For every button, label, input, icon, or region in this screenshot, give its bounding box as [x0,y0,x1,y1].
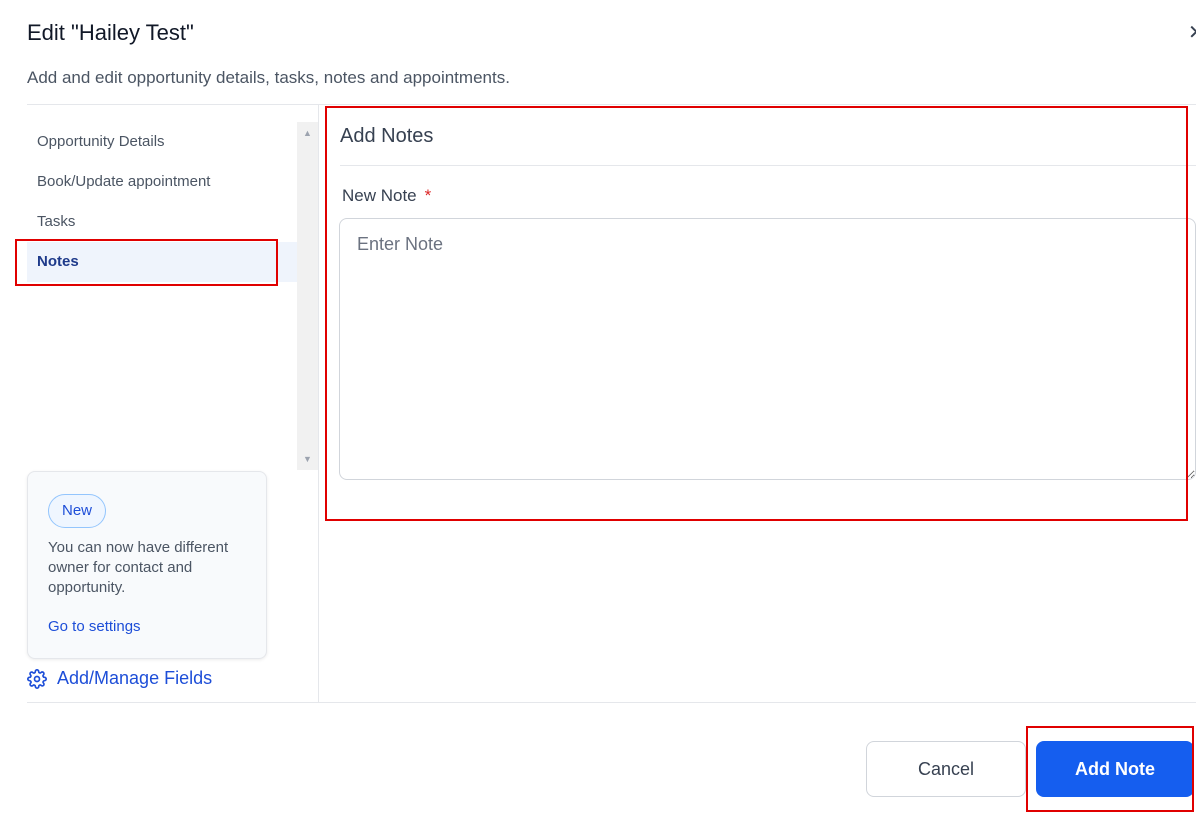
new-note-label-text: New Note [342,186,417,205]
gear-icon [27,668,47,689]
new-note-label: New Note * [342,186,431,206]
header-divider [27,104,1196,105]
add-note-button[interactable]: Add Note [1036,741,1194,797]
sidebar-item-notes[interactable]: Notes [27,242,297,282]
scroll-down-arrow-icon[interactable]: ▼ [297,450,318,468]
promo-text: You can now have different owner for con… [48,539,229,596]
promo-card: New You can now have different owner for… [27,471,267,659]
notes-panel-divider [340,165,1196,166]
add-manage-fields-button[interactable]: Add/Manage Fields [27,668,212,689]
modal-subtitle: Add and edit opportunity details, tasks,… [27,68,510,87]
note-textarea[interactable] [339,218,1196,480]
sidebar-scrollbar[interactable]: ▲ ▼ [297,122,318,470]
required-marker: * [424,186,432,205]
add-manage-fields-label: Add/Manage Fields [57,668,213,688]
sidebar-item-tasks[interactable]: Tasks [27,202,297,242]
notes-panel-title: Add Notes [340,125,434,147]
cancel-button[interactable]: Cancel [866,741,1026,797]
go-to-settings-link[interactable]: Go to settings [48,618,141,635]
new-badge: New [48,494,107,528]
close-icon[interactable]: ✕ [1188,20,1196,45]
vertical-divider [318,105,319,702]
footer-divider [27,702,1196,703]
scroll-up-arrow-icon[interactable]: ▲ [297,124,318,142]
sidebar-item-opportunity-details[interactable]: Opportunity Details [27,122,297,162]
sidebar-item-book-appointment[interactable]: Book/Update appointment [27,162,297,202]
sidebar-nav: Opportunity Details Book/Update appointm… [27,122,297,282]
modal-title: Edit "Hailey Test" [27,20,194,45]
